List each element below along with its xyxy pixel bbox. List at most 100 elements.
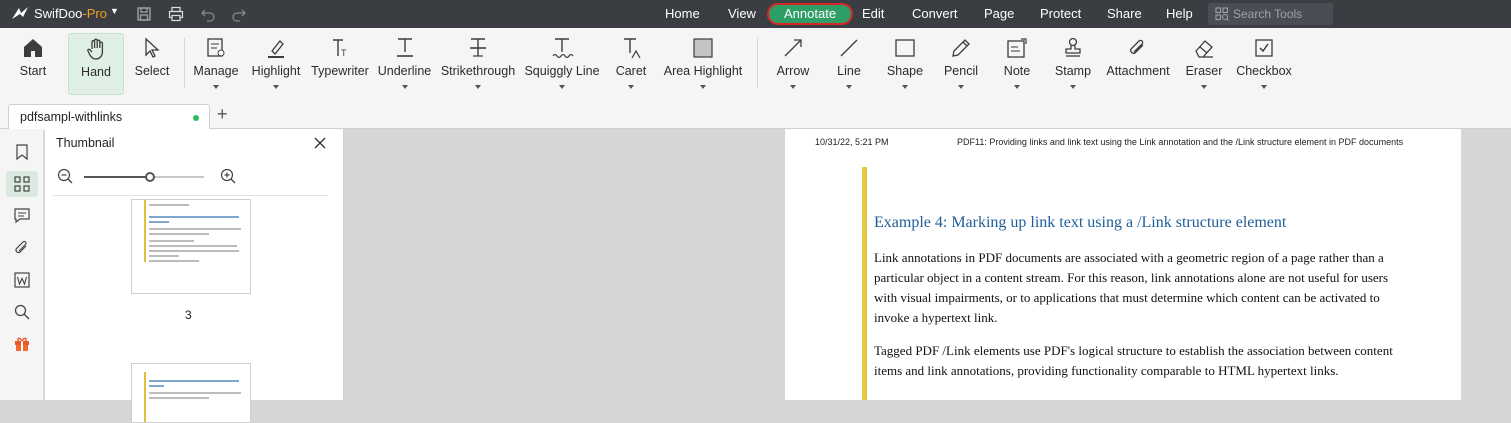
chevron-down-icon[interactable] xyxy=(1070,85,1076,89)
app-name[interactable]: SwifDoo-Pro xyxy=(34,6,107,21)
document-tab[interactable]: pdfsampl-withlinks xyxy=(8,104,210,130)
page-header-date: 10/31/22, 5:21 PM xyxy=(815,137,889,147)
chevron-down-icon[interactable] xyxy=(475,85,481,89)
chevron-down-icon[interactable] xyxy=(700,85,706,89)
typewriter-tool[interactable]: T Typewriter xyxy=(311,33,369,95)
attachment-tool[interactable]: Attachment xyxy=(1104,33,1172,95)
chevron-down-icon[interactable] xyxy=(213,85,219,89)
app-menu-chevron-icon[interactable]: ▼ xyxy=(110,6,119,16)
chevron-down-icon[interactable] xyxy=(273,85,279,89)
stamp-tool[interactable]: Stamp xyxy=(1050,33,1096,95)
arrow-icon xyxy=(784,39,802,57)
side-panel-rail xyxy=(0,129,44,400)
slider-knob[interactable] xyxy=(145,172,155,182)
search-placeholder: Search Tools xyxy=(1233,7,1303,21)
chevron-down-icon[interactable] xyxy=(1201,85,1207,89)
menu-protect[interactable]: Protect xyxy=(1040,6,1081,21)
menu-share[interactable]: Share xyxy=(1107,6,1142,21)
menu-home[interactable]: Home xyxy=(665,6,700,21)
thumbnail-zoom-slider[interactable] xyxy=(84,172,204,182)
squiggly-line-tool[interactable]: Squiggly Line xyxy=(524,33,600,95)
menu-page[interactable]: Page xyxy=(984,6,1014,21)
panel-title: Thumbnail xyxy=(56,136,115,150)
thumbnails-icon xyxy=(14,176,30,192)
strikethrough-tool[interactable]: Strikethrough xyxy=(440,33,516,95)
chevron-down-icon[interactable] xyxy=(401,85,408,89)
unsaved-indicator xyxy=(193,115,199,121)
caret-icon xyxy=(624,38,641,59)
svg-text:T: T xyxy=(341,48,347,58)
zoom-out-icon[interactable] xyxy=(57,168,73,184)
paragraph: Link annotations in PDF documents are as… xyxy=(874,250,1389,325)
paperclip-icon xyxy=(15,240,27,254)
search-button[interactable] xyxy=(6,299,38,325)
thumbnail-text-line xyxy=(149,380,239,382)
search-tools-input[interactable]: Search Tools xyxy=(1208,3,1333,25)
menu-view[interactable]: View xyxy=(728,6,756,21)
eraser-icon xyxy=(1195,40,1213,58)
attachments-button[interactable] xyxy=(6,235,38,261)
bookmarks-button[interactable] xyxy=(6,139,38,165)
comments-button[interactable] xyxy=(6,203,38,229)
thumbnail-highlight-bar xyxy=(144,200,146,262)
area-highlight-tool[interactable]: Area Highlight xyxy=(662,33,744,95)
app-logo-icon[interactable] xyxy=(10,5,30,23)
squiggly-icon xyxy=(552,38,574,59)
gift-button[interactable] xyxy=(6,331,38,357)
chevron-down-icon[interactable] xyxy=(902,85,908,89)
print-icon[interactable] xyxy=(168,6,184,22)
document-viewer[interactable]: 10/31/22, 5:21 PM PDF11: Providing links… xyxy=(345,129,1511,400)
undo-icon[interactable] xyxy=(200,6,216,22)
select-tool[interactable]: Select xyxy=(129,33,175,95)
panel-divider xyxy=(53,195,328,196)
document-tab-label: pdfsampl-withlinks xyxy=(20,110,123,124)
thumbnail-text-line xyxy=(149,221,169,223)
thumbnail-panel: Thumbnail 3 xyxy=(45,129,344,423)
manage-tool[interactable]: Manage xyxy=(190,33,242,95)
close-icon[interactable] xyxy=(313,136,327,150)
menu-edit[interactable]: Edit xyxy=(862,6,884,21)
page-thumbnail[interactable] xyxy=(131,199,251,294)
typewriter-icon: T xyxy=(333,39,347,58)
redo-icon[interactable] xyxy=(231,6,247,22)
manage-icon xyxy=(207,38,225,57)
word-button[interactable] xyxy=(6,267,38,293)
chevron-down-icon[interactable] xyxy=(559,85,565,89)
save-icon[interactable] xyxy=(136,6,152,22)
eraser-tool[interactable]: Eraser xyxy=(1182,33,1226,95)
add-tab-button[interactable]: + xyxy=(217,104,228,125)
checkbox-tool[interactable]: Checkbox xyxy=(1236,33,1292,95)
chevron-down-icon[interactable] xyxy=(628,85,634,89)
chevron-down-icon[interactable] xyxy=(1261,85,1267,89)
menu-annotate[interactable]: Annotate xyxy=(767,3,854,25)
pdf-page[interactable]: 10/31/22, 5:21 PM PDF11: Providing links… xyxy=(785,129,1461,400)
start-tool[interactable]: Start xyxy=(8,33,58,95)
thumbnail-text-line xyxy=(149,260,199,262)
line-tool[interactable]: Line xyxy=(827,33,871,95)
shape-icon xyxy=(895,39,915,57)
chevron-down-icon[interactable] xyxy=(790,85,796,89)
zoom-in-icon[interactable] xyxy=(220,168,236,184)
chevron-down-icon[interactable] xyxy=(1014,85,1020,89)
thumbnail-highlight-bar xyxy=(144,372,146,422)
ribbon-separator xyxy=(184,38,185,88)
thumbnail-text-line xyxy=(149,397,209,399)
page-thumbnail[interactable] xyxy=(131,363,251,423)
underline-tool[interactable]: Underline xyxy=(377,33,432,95)
arrow-tool[interactable]: Arrow xyxy=(770,33,816,95)
paragraph: Tagged PDF /Link elements use PDF's logi… xyxy=(874,343,1393,378)
menu-help[interactable]: Help xyxy=(1166,6,1193,21)
chevron-down-icon[interactable] xyxy=(846,85,852,89)
pencil-tool[interactable]: Pencil xyxy=(939,33,983,95)
caret-tool[interactable]: Caret xyxy=(608,33,654,95)
note-tool[interactable]: Note xyxy=(997,33,1037,95)
menu-convert[interactable]: Convert xyxy=(912,6,958,21)
thumbnails-button[interactable] xyxy=(6,171,38,197)
chevron-down-icon[interactable] xyxy=(958,85,964,89)
search-icon xyxy=(14,304,30,320)
hand-tool[interactable]: Hand xyxy=(68,33,124,95)
comment-icon xyxy=(14,208,30,224)
shape-tool[interactable]: Shape xyxy=(882,33,928,95)
thumbnail-text-line xyxy=(149,216,239,218)
highlight-tool[interactable]: Highlight xyxy=(248,33,304,95)
